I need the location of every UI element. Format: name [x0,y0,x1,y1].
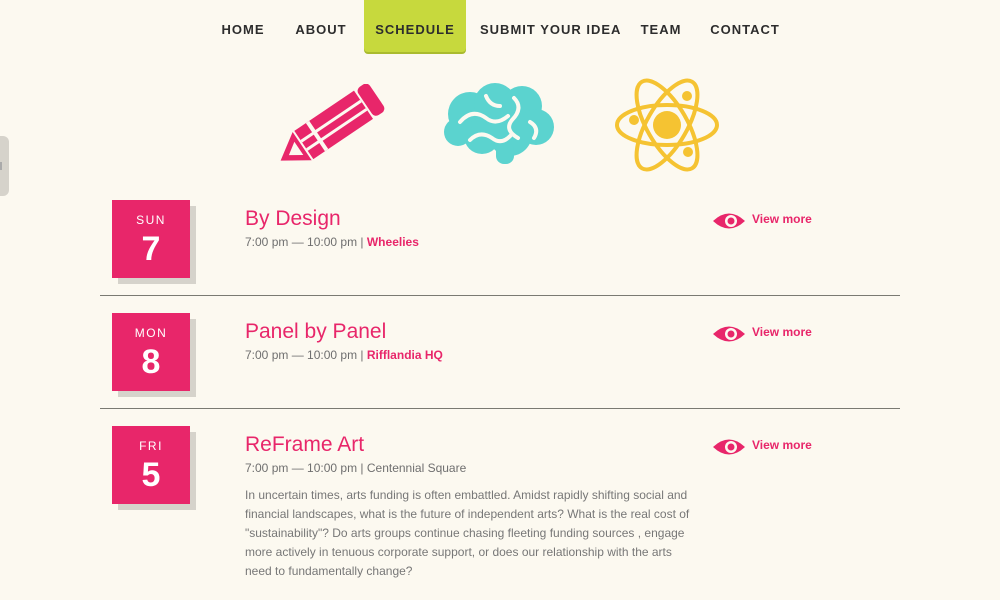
event-title[interactable]: Panel by Panel [245,320,386,344]
event-venue-link[interactable]: Wheelies [367,235,419,249]
event-meta: 7:00 pm — 10:00 pm | Rifflandia HQ [245,348,443,362]
eye-icon [713,439,745,455]
event-venue-link[interactable]: Rifflandia HQ [367,348,443,362]
date-weekday: FRI [139,439,163,453]
date-day: 7 [141,230,161,268]
view-more-label[interactable]: View more [752,325,812,339]
nav-contact[interactable]: CONTACT [708,0,782,52]
event-time: 7:00 pm — 10:00 pm [245,348,358,362]
event-description: In uncertain times, arts funding is ofte… [245,488,690,578]
eye-icon [713,326,745,342]
event-item: MON 8 Panel by Panel 7:00 pm — 10:00 pm … [100,313,900,403]
nav-about[interactable]: ABOUT [292,0,350,52]
event-meta: 7:00 pm — 10:00 pm | Centennial Square [245,461,466,475]
view-more-label[interactable]: View more [752,438,812,452]
side-drawer-handle[interactable] [0,136,9,196]
nav-schedule[interactable]: SCHEDULE [364,0,466,52]
meta-separator: | [357,461,367,475]
brain-icon [440,82,558,168]
event-divider [100,295,900,296]
date-weekday: SUN [136,213,166,227]
nav-submit-idea[interactable]: SUBMIT YOUR IDEA [480,0,620,52]
event-venue: Centennial Square [366,461,467,475]
date-day: 8 [141,343,161,381]
date-badge: FRI 5 [112,426,190,504]
date-badge: SUN 7 [112,200,190,278]
atom-icon [612,64,722,184]
nav-team[interactable]: TEAM [634,0,688,52]
pencil-icon [272,83,392,168]
date-weekday: MON [134,326,168,340]
eye-icon [713,213,745,229]
event-time: 7:00 pm — 10:00 pm [245,461,358,475]
view-more-label[interactable]: View more [752,212,812,226]
date-day: 5 [141,456,161,494]
nav-home[interactable]: HOME [216,0,270,52]
meta-separator: | [357,235,367,249]
event-item: FRI 5 ReFrame Art 7:00 pm — 10:00 pm | C… [100,426,900,596]
event-title[interactable]: ReFrame Art [245,433,364,457]
event-divider [100,408,900,409]
main-nav: HOME ABOUT SCHEDULE SUBMIT YOUR IDEA TEA… [0,0,1000,52]
event-title[interactable]: By Design [245,207,341,231]
meta-separator: | [357,348,367,362]
event-time: 7:00 pm — 10:00 pm [245,235,358,249]
event-meta: 7:00 pm — 10:00 pm | Wheelies [245,235,419,249]
event-item: SUN 7 By Design 7:00 pm — 10:00 pm | Whe… [100,200,900,290]
date-badge: MON 8 [112,313,190,391]
